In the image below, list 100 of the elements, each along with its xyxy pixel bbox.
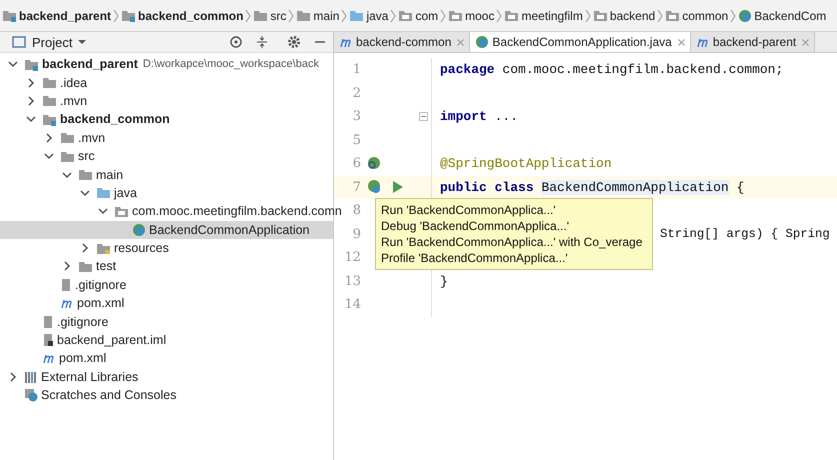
folder-icon <box>349 9 364 22</box>
tree-item[interactable]: .gitignore <box>0 276 333 294</box>
tree-item-label: test <box>96 259 116 274</box>
tree-item-label: .gitignore <box>57 314 108 329</box>
maven-icon <box>339 36 353 48</box>
tree-item[interactable]: backend_parent.iml <box>0 330 333 350</box>
popup-menu-item[interactable]: Run 'BackendCommonApplica...' with Co_verage <box>381 234 647 250</box>
tree-item[interactable]: Scratches and Consoles <box>0 386 333 404</box>
breadcrumb[interactable]: common <box>665 8 728 22</box>
spring-bean-icon[interactable] <box>366 179 382 196</box>
line-number: 12 <box>343 250 361 266</box>
editor-tab[interactable]: BackendCommonApplication.java <box>470 32 691 52</box>
module-folder-icon <box>42 112 57 126</box>
tree-item[interactable]: .idea <box>0 73 333 92</box>
tree-item[interactable]: java <box>0 184 333 202</box>
package-icon <box>592 9 608 22</box>
tree-item[interactable]: src <box>0 146 333 166</box>
tree-item-label: src <box>78 149 95 164</box>
line-number: 5 <box>352 132 361 148</box>
code-line: package com.mooc.meetingfilm.backend.common; <box>440 62 784 78</box>
maven-icon <box>696 36 710 48</box>
popup-menu-item[interactable]: Profile 'BackendCommonApplica...' <box>381 250 647 266</box>
fold-icon[interactable] <box>419 112 428 122</box>
spring-bean-icon[interactable] <box>366 156 382 172</box>
line-number: 2 <box>352 86 361 101</box>
chevron-icon <box>390 8 396 22</box>
package-icon <box>398 9 414 22</box>
panel-title[interactable]: Project <box>32 34 72 50</box>
folder-icon <box>253 9 268 22</box>
breadcrumb[interactable]: BackendCom <box>738 8 826 22</box>
locate-icon[interactable] <box>229 35 243 49</box>
folder-icon <box>78 260 93 273</box>
settings-icon[interactable] <box>287 35 301 49</box>
module-folder-icon <box>2 9 17 22</box>
tree-item-label: pom.xml <box>77 296 124 310</box>
breadcrumb[interactable]: backend <box>592 8 656 22</box>
tree-item[interactable]: .mvn <box>0 92 333 110</box>
line-number: 6 <box>352 156 361 172</box>
tree-item[interactable]: backend_common <box>0 110 333 129</box>
breadcrumb[interactable]: backend_parent <box>2 8 112 22</box>
tree-item-label: backend_parent.iml <box>57 333 166 348</box>
breadcrumb[interactable]: main <box>296 8 340 22</box>
folder-icon <box>78 168 93 182</box>
popup-menu-item[interactable]: Run 'BackendCommonApplica...' <box>381 202 647 218</box>
code-line: public class BackendCommonApplication { <box>440 180 744 195</box>
tree-item-label: com.mooc.meetingfilm.backend.comn <box>132 204 342 218</box>
folder-icon <box>42 76 57 90</box>
scratches-icon <box>24 388 38 402</box>
folder-icon <box>42 94 57 108</box>
folder-icon <box>296 9 312 22</box>
resources-folder-icon <box>96 242 111 255</box>
close-icon[interactable] <box>678 38 685 46</box>
breadcrumb[interactable]: meetingfilm <box>504 8 583 22</box>
package-icon <box>448 9 464 22</box>
tree-item-label: resources <box>114 241 169 256</box>
tree-item[interactable]: pom.xml <box>0 294 333 312</box>
tree-item[interactable]: backend_parent D:\workapce\mooc_workspace\back <box>0 55 333 74</box>
tree-item[interactable]: External Libraries <box>0 368 333 386</box>
breadcrumb[interactable]: mooc <box>448 8 494 22</box>
tree-item-label: backend_parent <box>42 57 138 72</box>
tree-item-label: main <box>96 168 124 182</box>
breadcrumb[interactable]: backend_common <box>121 8 244 22</box>
maven-icon <box>60 297 74 310</box>
code-line: String[] args) { Spring <box>660 227 830 242</box>
class-icon <box>132 222 146 237</box>
tree-item[interactable]: .gitignore <box>0 312 333 331</box>
module-folder-icon <box>24 58 39 71</box>
chevron-icon <box>440 8 446 22</box>
chevron-icon <box>288 8 294 22</box>
project-icon <box>12 36 26 48</box>
run-icon[interactable] <box>392 180 404 194</box>
tree-item[interactable]: BackendCommonApplication <box>0 220 333 239</box>
module-folder-icon <box>121 9 136 22</box>
popup-menu-item[interactable]: Debug 'BackendCommonApplica...' <box>381 218 647 234</box>
breadcrumb[interactable]: com <box>398 8 438 22</box>
editor-tab[interactable]: backend-common <box>334 32 470 52</box>
tree-item[interactable]: pom.xml <box>0 349 333 368</box>
tree-item-label: backend_common <box>60 112 170 126</box>
chevron-icon <box>496 8 502 22</box>
collapse-all-icon[interactable] <box>255 35 269 49</box>
code-line: import ... <box>440 109 518 124</box>
tree-item[interactable]: resources <box>0 238 333 258</box>
folder-icon <box>60 131 75 144</box>
tree-item[interactable]: test <box>0 257 333 276</box>
tree-item-label: Scratches and Consoles <box>41 388 176 402</box>
breadcrumb[interactable]: java <box>349 8 388 22</box>
editor-tab[interactable]: backend-parent <box>690 32 816 52</box>
chevron-icon <box>245 8 252 22</box>
class-icon <box>738 8 752 22</box>
class-icon <box>475 35 490 49</box>
dropdown-caret-icon[interactable] <box>78 39 86 45</box>
tree-item[interactable]: .mvn <box>0 128 333 147</box>
line-number: 13 <box>343 274 361 289</box>
tree-item-label: java <box>114 186 137 200</box>
line-number: 1 <box>352 62 361 78</box>
tree-item[interactable]: main <box>0 165 333 184</box>
file-icon <box>42 314 54 329</box>
folder-icon <box>96 186 111 200</box>
tree-item-label: .mvn <box>78 130 106 145</box>
breadcrumb[interactable]: src <box>253 8 286 22</box>
